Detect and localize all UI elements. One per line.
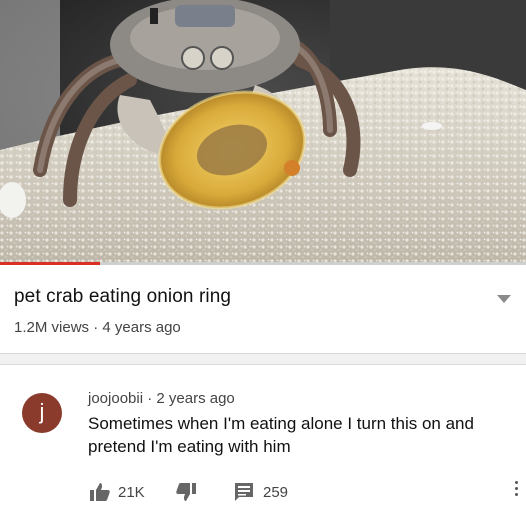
comment-age: 2 years ago — [156, 390, 235, 407]
video-progress-bar[interactable] — [0, 262, 526, 265]
comment-text: Sometimes when I'm eating alone I turn t… — [88, 414, 474, 456]
thumbs-down-icon — [176, 483, 196, 501]
avatar[interactable]: j — [22, 393, 62, 433]
comment-author[interactable]: joojoobii — [88, 390, 143, 407]
upload-age: 4 years ago — [102, 319, 181, 336]
video-title: pet crab eating onion ring — [14, 286, 232, 307]
thumbs-up-icon — [90, 483, 110, 501]
reply-button[interactable]: 259 — [235, 483, 288, 501]
meta-separator: · — [93, 319, 99, 336]
dislike-button[interactable] — [176, 483, 196, 501]
comment-author-line: joojoobii · 2 years ago — [88, 390, 235, 407]
like-button[interactable]: 21K — [90, 483, 145, 501]
comment-separator: · — [147, 390, 153, 407]
reply-count: 259 — [263, 483, 289, 501]
reply-icon — [235, 483, 253, 501]
section-gap — [0, 354, 526, 365]
like-count: 21K — [118, 483, 145, 501]
more-vert-icon — [514, 481, 520, 496]
expand-description-button[interactable] — [497, 291, 511, 303]
video-player[interactable] — [0, 0, 526, 264]
more-options-button[interactable] — [514, 481, 520, 501]
view-count: 1.2M views — [14, 319, 90, 336]
video-progress-fill — [0, 262, 100, 265]
video-thumbnail — [0, 0, 526, 264]
video-meta: 1.2M views · 4 years ago — [14, 319, 181, 336]
chevron-down-icon — [497, 295, 511, 303]
comment: j joojoobii · 2 years ago Sometimes when… — [0, 366, 526, 502]
